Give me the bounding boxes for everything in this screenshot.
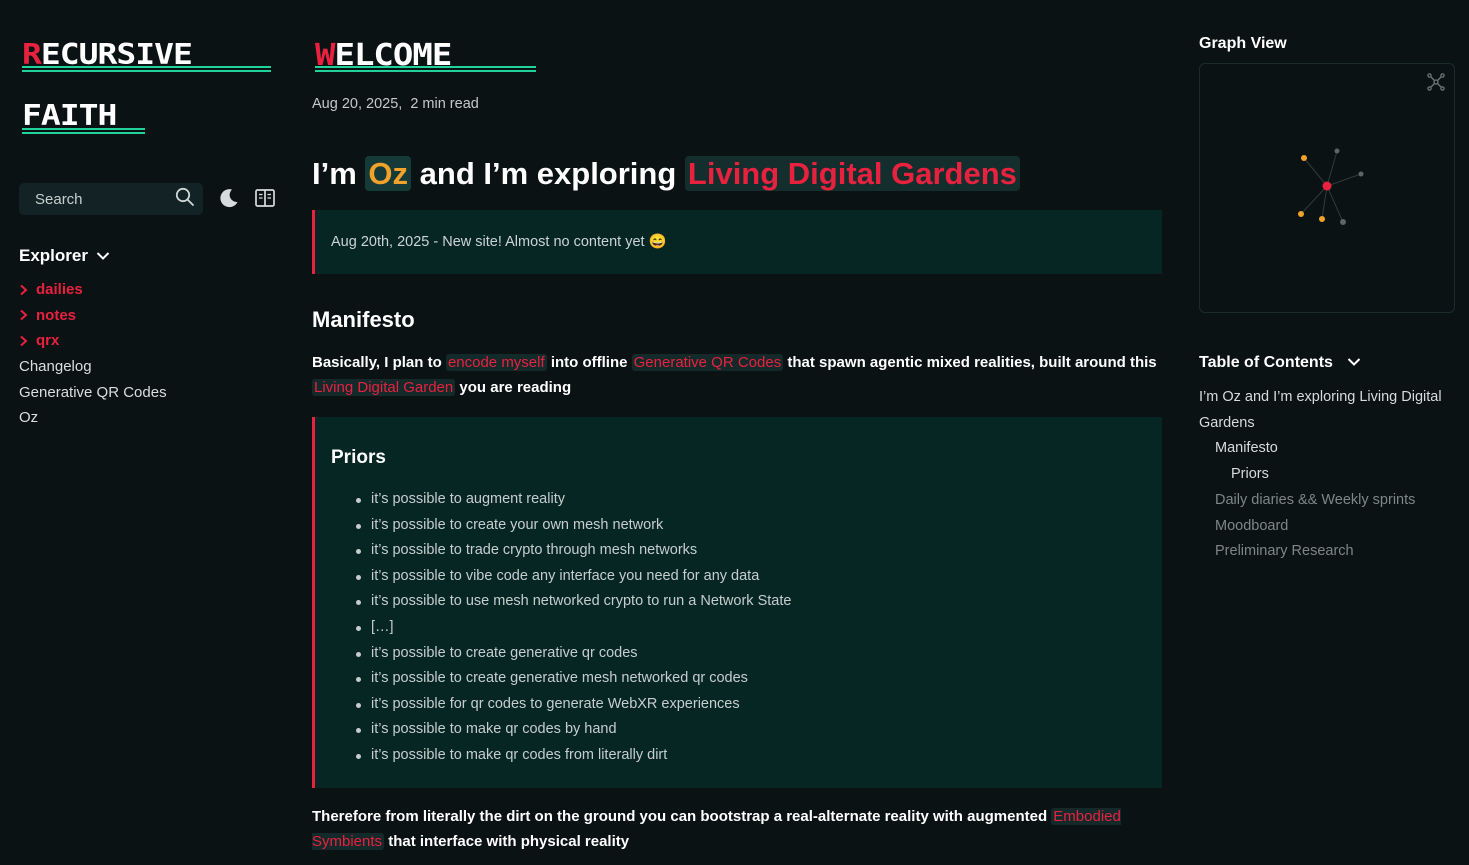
file-changelog[interactable]: Changelog [19,354,167,380]
living-digital-gardens-link[interactable]: Living Digital Gardens [684,156,1020,191]
list-item: […] [355,615,791,641]
read-time: 2 min read [410,96,479,112]
graph-node[interactable] [1334,148,1340,154]
encode-myself-link[interactable]: encode myself [445,354,547,371]
manifesto-paragraph: Basically, I plan to encode myself into … [312,350,1162,400]
explorer-toggle[interactable]: Explorer [19,246,110,266]
oz-link[interactable]: Oz [365,156,412,191]
paragraph-text: that spawn agentic mixed realities, buil… [783,354,1157,371]
paragraph-text: that interface with physical reality [384,833,630,850]
graph-canvas[interactable] [1200,64,1456,314]
living-digital-garden-link[interactable]: Living Digital Garden [312,379,456,396]
title-stripes [315,66,536,74]
list-item: it’s possible to trade crypto through me… [355,538,791,564]
list-item: it’s possible to create your own mesh ne… [355,513,791,539]
list-item: it’s possible to augment reality [355,487,791,513]
folder-label: notes [36,306,77,324]
priors-callout: Priors it’s possible to augment reality … [312,417,1162,788]
announcement-text: Aug 20th, 2025 - New site! Almost no con… [331,234,667,250]
table-of-contents: I’m Oz and I’m exploring Living Digital … [1199,385,1455,565]
global-graph-icon[interactable] [1426,72,1446,96]
folder-label: dailies [36,281,83,299]
chevron-right-icon [19,284,36,296]
list-item: it’s possible to create generative mesh … [355,666,791,692]
logo-stripes-2 [22,128,145,134]
logo-line-2: FAITH [22,101,192,130]
file-oz[interactable]: Oz [19,405,167,431]
toc-item-manifesto[interactable]: Manifesto [1199,436,1455,462]
toc-item-intro[interactable]: I’m Oz and I’m exploring Living Digital … [1199,385,1455,436]
list-item: it’s possible to make qr codes from lite… [355,743,791,769]
folder-notes[interactable]: notes [19,303,167,329]
priors-heading: Priors [331,447,386,468]
graph-current-node[interactable] [1322,181,1332,191]
graph-view[interactable] [1199,63,1455,313]
graph-node[interactable] [1319,216,1325,222]
logo-rest-2: AITH [40,98,117,132]
search-icon [175,187,195,211]
folder-dailies[interactable]: dailies [19,277,167,303]
graph-node[interactable] [1340,219,1346,225]
search-button[interactable]: Search [19,183,203,215]
list-item: it’s possible to create generative qr co… [355,641,791,667]
chevron-right-icon [19,309,36,321]
toc-item-preliminary-research[interactable]: Preliminary Research [1199,539,1455,565]
list-item: it’s possible to make qr codes by hand [355,717,791,743]
paragraph-text: into offline [546,354,632,371]
announcement-callout: Aug 20th, 2025 - New site! Almost no con… [312,210,1162,274]
toc-item-moodboard[interactable]: Moodboard [1199,514,1455,540]
main-heading: I’m Oz and I’m exploring Living Digital … [312,154,1020,194]
generative-qr-codes-link[interactable]: Generative QR Codes [631,354,784,371]
logo-stripes-1 [22,66,271,72]
graph-node[interactable] [1301,155,1307,161]
paragraph-text: Therefore from literally the dirt on the… [312,808,1052,825]
file-generative-qr-codes[interactable]: Generative QR Codes [19,379,167,405]
graph-node[interactable] [1358,171,1364,177]
site-logo[interactable]: RECURSIVE FAITH [22,40,271,135]
folder-qrx[interactable]: qrx [19,328,167,354]
toc-title: Table of Contents [1199,354,1333,371]
search-placeholder: Search [35,190,83,208]
list-item: it’s possible to use mesh networked cryp… [355,589,791,615]
closing-paragraph: Therefore from literally the dirt on the… [312,804,1162,854]
logo-line-1: RECURSIVE [22,40,193,69]
chevron-right-icon [19,335,36,347]
explorer-tree: dailies notes qrx Changelog Generative Q… [19,277,167,431]
graph-view-title: Graph View [1199,35,1287,52]
chevron-down-icon [96,246,110,266]
priors-list: it’s possible to augment reality it’s po… [355,487,791,769]
page: RECURSIVE FAITH Search Explorer dailies … [0,0,1469,865]
folder-label: qrx [36,332,60,350]
darkmode-toggle-icon[interactable] [217,186,241,210]
manifesto-heading: Manifesto [312,307,415,332]
article-date: Aug 20, 2025, [312,96,403,112]
logo-initial-2: F [22,98,42,132]
heading-text: and I’m exploring [411,156,685,191]
explorer-label: Explorer [19,246,88,265]
toc-item-priors[interactable]: Priors [1199,462,1455,488]
chevron-down-icon [1347,354,1361,372]
list-item: it’s possible to vibe code any interface… [355,564,791,590]
graph-node[interactable] [1298,211,1304,217]
list-item: it’s possible for qr codes to generate W… [355,692,791,718]
heading-text: I’m [312,156,366,191]
reader-mode-icon[interactable] [253,186,277,210]
toc-item-daily-diaries[interactable]: Daily diaries && Weekly sprints [1199,488,1455,514]
paragraph-text: you are reading [455,379,572,396]
toc-toggle[interactable]: Table of Contents [1199,354,1361,372]
paragraph-text: Basically, I plan to [312,354,446,371]
article-meta: Aug 20, 2025, 2 min read [312,96,479,112]
